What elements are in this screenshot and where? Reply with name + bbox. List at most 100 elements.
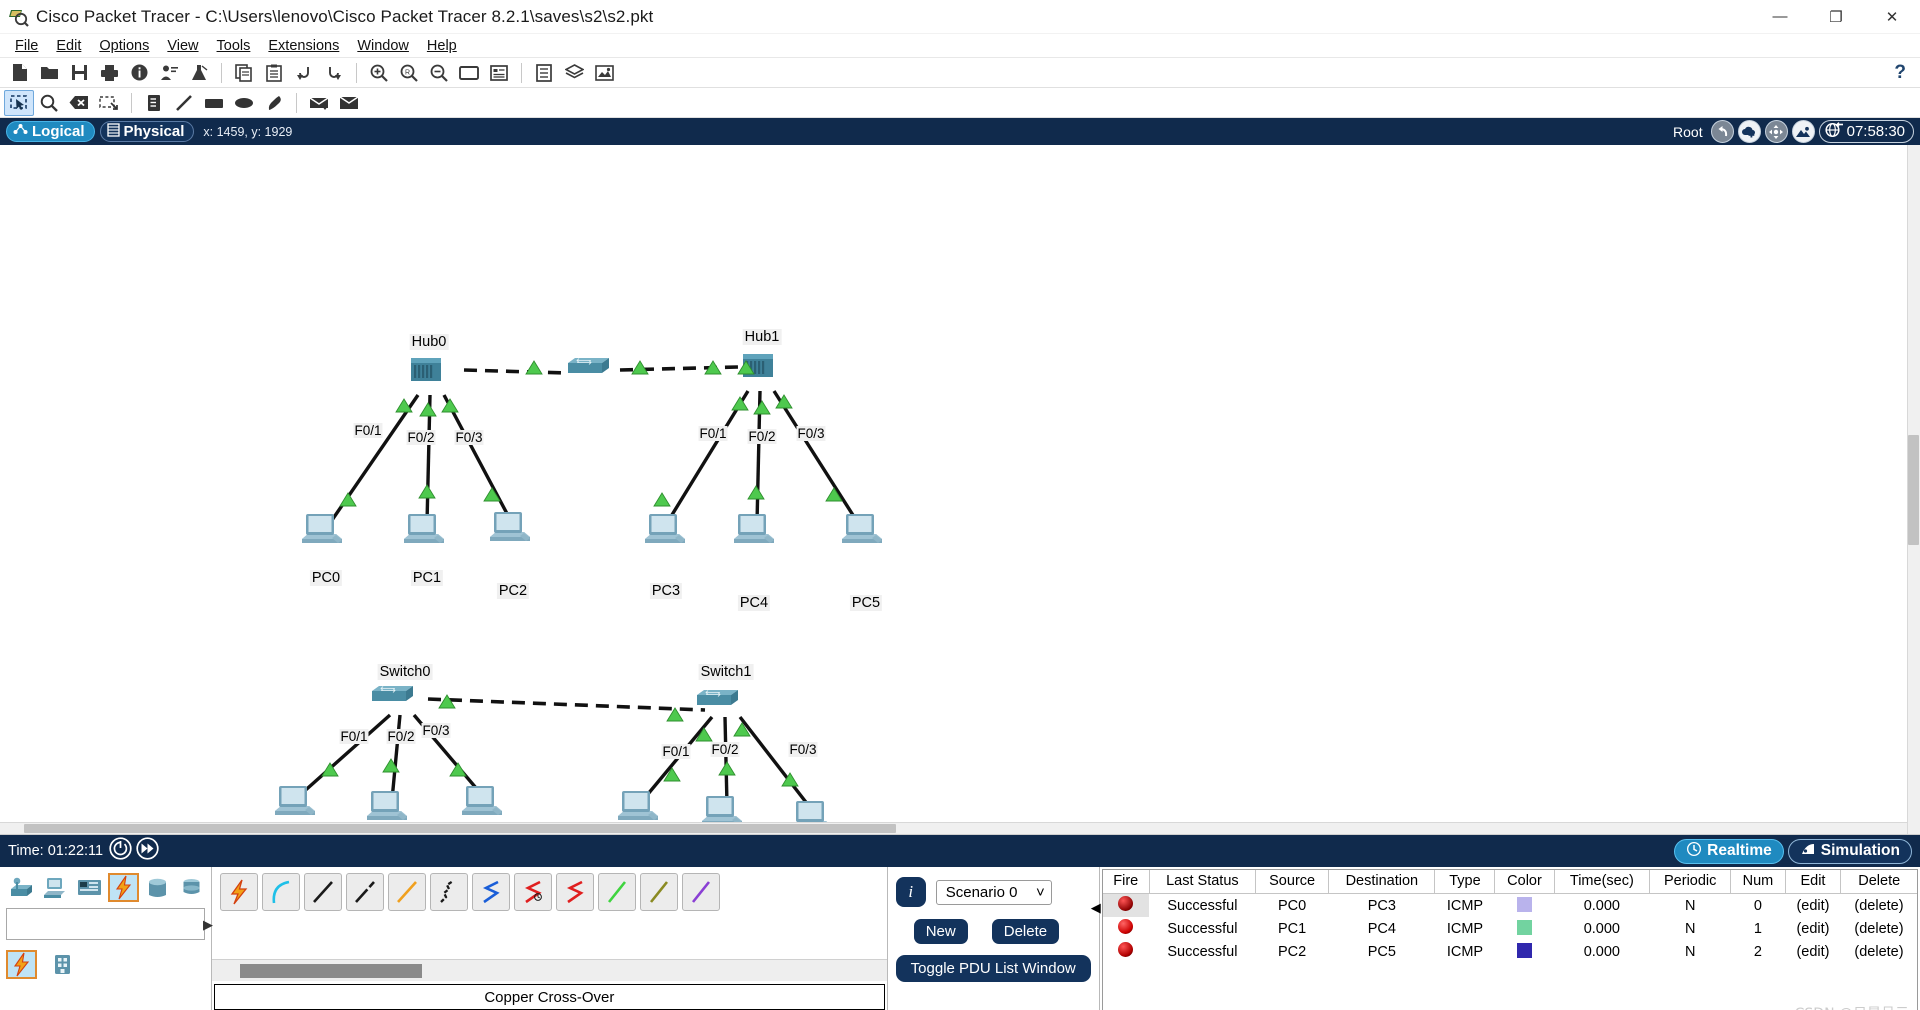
fiber-cable-icon[interactable] xyxy=(388,873,426,911)
device-search-input[interactable] xyxy=(6,908,205,940)
workspace-vertical-scroll-thumb[interactable] xyxy=(1908,435,1919,545)
simple-pdu-icon[interactable] xyxy=(304,90,334,116)
pdu-edit-link[interactable]: (edit) xyxy=(1785,894,1841,918)
device-pc4[interactable] xyxy=(734,514,774,543)
maximize-button[interactable]: ❐ xyxy=(1808,0,1864,34)
minimize-button[interactable]: — xyxy=(1752,0,1808,34)
coaxial-cable-icon[interactable] xyxy=(472,873,510,911)
save-icon[interactable] xyxy=(64,60,94,86)
menu-help[interactable]: Help xyxy=(418,36,466,56)
delete-scenario-button[interactable]: Delete xyxy=(991,919,1060,944)
device-switch-mid[interactable] xyxy=(567,357,610,374)
device-hub0[interactable] xyxy=(411,358,441,381)
lab-flask-icon[interactable] xyxy=(184,60,214,86)
zoom-in-icon[interactable] xyxy=(364,60,394,86)
tab-physical[interactable]: Physical xyxy=(99,121,195,142)
device-pc7[interactable] xyxy=(367,791,407,820)
table-row[interactable]: Successful PC0 PC3 ICMP 0.000 N 0 (edit)… xyxy=(1102,893,1917,918)
device-switch1[interactable] xyxy=(696,689,739,706)
info-icon[interactable]: i xyxy=(895,877,926,907)
new-file-icon[interactable] xyxy=(4,60,34,86)
draw-freeform-icon[interactable] xyxy=(259,90,289,116)
device-pc3[interactable] xyxy=(645,514,685,543)
menu-file[interactable]: File xyxy=(6,36,47,56)
cloud-add-icon[interactable] xyxy=(1737,120,1761,143)
serial-dce-icon[interactable] xyxy=(514,873,552,911)
connections-icon[interactable] xyxy=(108,873,139,902)
workspace-horizontal-scrollbar[interactable] xyxy=(0,822,1907,834)
pdu-edit-link[interactable]: (edit) xyxy=(1785,917,1841,940)
pdu-header-color[interactable]: Color xyxy=(1494,870,1555,894)
grid-view-icon[interactable] xyxy=(47,950,78,979)
redo-icon[interactable] xyxy=(319,60,349,86)
undo-icon[interactable] xyxy=(289,60,319,86)
scenario-dropdown[interactable]: Scenario 0 ˅ xyxy=(935,879,1052,905)
connections-scrollbar[interactable] xyxy=(212,959,887,981)
console-cable-icon[interactable] xyxy=(262,873,300,911)
pdu-header-fire[interactable]: Fire xyxy=(1102,870,1150,894)
fast-forward-icon[interactable] xyxy=(136,837,159,865)
ieee-cable-icon[interactable] xyxy=(682,873,720,911)
viewport-icon[interactable] xyxy=(589,60,619,86)
workspace-vertical-scrollbar[interactable] xyxy=(1907,145,1920,834)
multiuser-icon[interactable] xyxy=(176,873,207,902)
device-pc5[interactable] xyxy=(842,514,882,543)
network-devices-icon[interactable] xyxy=(6,873,37,902)
activity-wizard-icon[interactable] xyxy=(154,60,184,86)
connections-scroll-thumb[interactable] xyxy=(240,964,422,978)
fire-button-icon[interactable] xyxy=(1102,893,1150,917)
pdu-header-periodic[interactable]: Periodic xyxy=(1649,870,1732,894)
table-row[interactable]: Successful PC2 PC5 ICMP 0.000 N 2 (edit)… xyxy=(1103,940,1917,963)
menu-window[interactable]: Window xyxy=(348,36,418,56)
pdu-delete-link[interactable]: (delete) xyxy=(1841,940,1917,963)
device-pc10[interactable] xyxy=(702,796,742,825)
back-arrow-icon[interactable] xyxy=(1710,120,1734,143)
pdu-header-time[interactable]: Time(sec) xyxy=(1554,870,1651,894)
device-pc0[interactable] xyxy=(302,514,342,543)
draw-rect-icon[interactable] xyxy=(199,90,229,116)
components-icon[interactable] xyxy=(74,873,105,902)
pdu-edit-link[interactable]: (edit) xyxy=(1785,940,1841,963)
draw-ellipse-icon[interactable] xyxy=(229,90,259,116)
menu-edit[interactable]: Edit xyxy=(47,36,90,56)
copy-icon[interactable] xyxy=(229,60,259,86)
paste-icon[interactable] xyxy=(259,60,289,86)
custom-devices-icon[interactable] xyxy=(484,60,514,86)
tab-logical[interactable]: Logical xyxy=(6,121,95,142)
note-tool-icon[interactable] xyxy=(139,90,169,116)
toggle-pdu-list-window-button[interactable]: Toggle PDU List Window xyxy=(895,955,1091,982)
copper-cross-over-icon[interactable] xyxy=(346,873,384,911)
pdu-collapse-arrow-icon[interactable]: ◀ xyxy=(1091,900,1101,916)
fire-button-icon[interactable] xyxy=(1103,917,1150,940)
topology-canvas[interactable] xyxy=(0,145,1920,835)
pdu-delete-link[interactable]: (delete) xyxy=(1841,917,1917,940)
palette-expand-arrow-icon[interactable]: ▶ xyxy=(203,917,213,933)
pdu-header-destination[interactable]: Destination xyxy=(1328,870,1436,894)
print-icon[interactable] xyxy=(94,60,124,86)
fire-button-icon[interactable] xyxy=(1103,940,1150,963)
power-cycle-icon[interactable] xyxy=(109,837,132,865)
close-button[interactable]: ✕ xyxy=(1864,0,1920,34)
device-pc1[interactable] xyxy=(404,514,444,543)
inspect-tool-icon[interactable] xyxy=(34,90,64,116)
new-scenario-button[interactable]: New xyxy=(913,919,968,944)
pdu-header-edit[interactable]: Edit xyxy=(1785,870,1842,894)
pdu-header-type[interactable]: Type xyxy=(1434,870,1496,894)
connections-lightning-icon[interactable] xyxy=(6,950,37,979)
misc-icon[interactable] xyxy=(142,873,173,902)
pdu-header-source[interactable]: Source xyxy=(1255,870,1330,894)
end-devices-icon[interactable] xyxy=(40,873,71,902)
pdu-header-delete[interactable]: Delete xyxy=(1840,870,1918,894)
zoom-out-icon[interactable] xyxy=(424,60,454,86)
pdu-header-last-status[interactable]: Last Status xyxy=(1149,870,1257,894)
menu-options[interactable]: Options xyxy=(90,36,158,56)
menu-extensions[interactable]: Extensions xyxy=(259,36,348,56)
complex-pdu-icon[interactable] xyxy=(334,90,364,116)
resize-shape-icon[interactable] xyxy=(94,90,124,116)
set-background-icon[interactable] xyxy=(1791,120,1815,143)
device-switch0[interactable] xyxy=(371,685,414,702)
device-pc9[interactable] xyxy=(618,791,658,820)
menu-tools[interactable]: Tools xyxy=(208,36,260,56)
copper-straight-through-icon[interactable] xyxy=(304,873,342,911)
notes-icon[interactable] xyxy=(529,60,559,86)
